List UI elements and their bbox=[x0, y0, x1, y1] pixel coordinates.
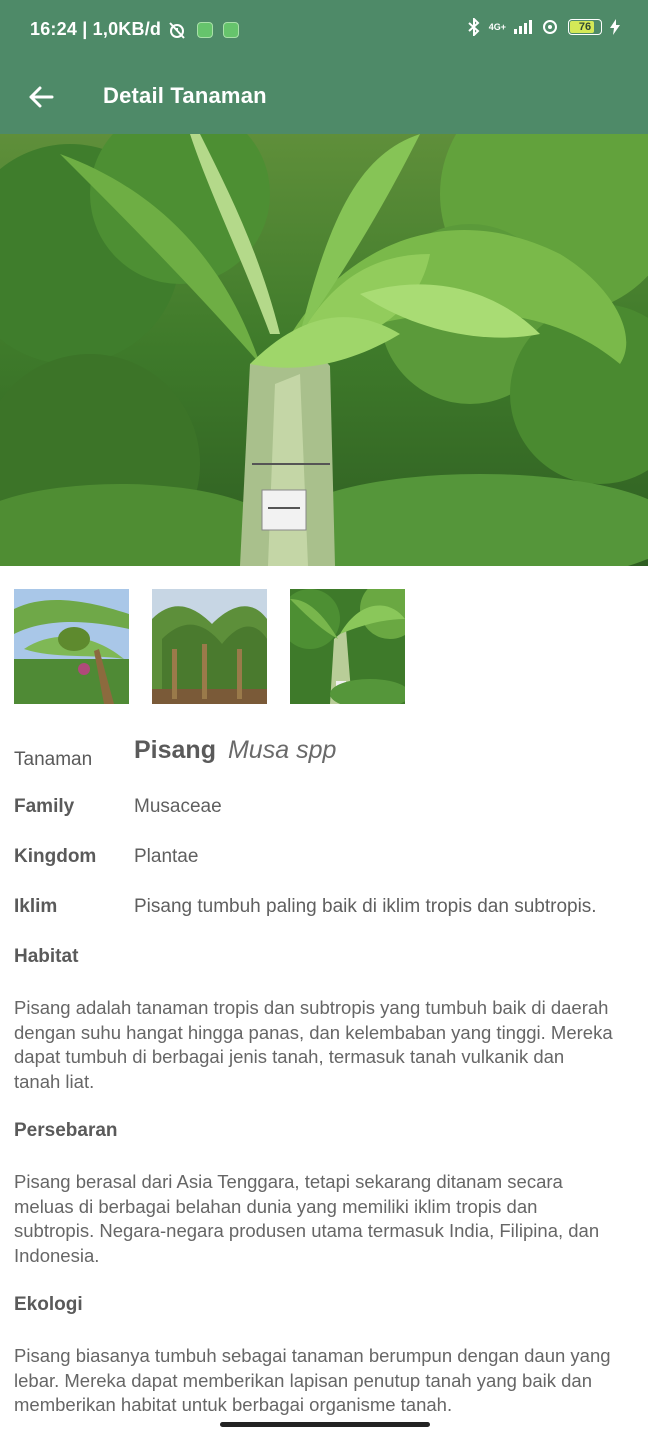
app-bar: Detail Tanaman bbox=[0, 60, 648, 134]
row-plant: Tanaman Pisang Musa spp bbox=[14, 736, 644, 772]
row-climate: Iklim Pisang tumbuh paling baik di iklim… bbox=[14, 896, 644, 920]
plant-name-group: Pisang Musa spp bbox=[134, 736, 336, 765]
page-title: Detail Tanaman bbox=[103, 83, 267, 108]
signal-icon bbox=[514, 20, 532, 34]
thumbnail-1[interactable] bbox=[14, 589, 129, 704]
climate-value: Pisang tumbuh paling baik di iklim tropi… bbox=[134, 896, 597, 917]
charging-icon bbox=[610, 19, 620, 35]
banana-fruit-photo bbox=[14, 589, 129, 704]
distribution-line: subtropis. Negara-negara produsen utama … bbox=[14, 1220, 600, 1241]
family-value: Musaceae bbox=[134, 796, 222, 817]
status-right: 4G+ 76 bbox=[467, 18, 620, 36]
kingdom-label: Kingdom bbox=[14, 846, 97, 867]
hero-image[interactable] bbox=[0, 134, 648, 566]
thumbnail-strip bbox=[14, 589, 405, 704]
habitat-title: Habitat bbox=[14, 946, 79, 967]
network-type: 4G+ bbox=[488, 22, 506, 32]
distribution-line: meluas di berbagai belahan dunia yang me… bbox=[14, 1195, 538, 1217]
ecology-title: Ekologi bbox=[14, 1294, 83, 1315]
arrow-left-icon bbox=[29, 86, 54, 108]
thumbnail-3[interactable] bbox=[290, 589, 405, 704]
alarm-off-icon bbox=[169, 21, 185, 39]
status-left: 16:24 | 1,0KB/d bbox=[30, 19, 240, 40]
row-family: Family Musaceae bbox=[14, 796, 644, 820]
distribution-title: Persebaran bbox=[14, 1120, 118, 1141]
kingdom-value: Plantae bbox=[134, 846, 199, 867]
status-time: 16:24 | 1,0KB/d bbox=[30, 19, 162, 39]
ecology-line: memberikan habitat untuk berbagai organi… bbox=[14, 1394, 453, 1415]
back-button[interactable] bbox=[22, 78, 60, 116]
plant-latin-name: Musa spp bbox=[227, 736, 337, 764]
banana-plant-photo bbox=[0, 134, 648, 566]
row-kingdom: Kingdom Plantae bbox=[14, 846, 644, 870]
hotspot-icon bbox=[543, 20, 557, 34]
habitat-line: dengan suhu hangat hingga panas, dan kel… bbox=[14, 1021, 613, 1043]
distribution-line: Pisang berasal dari Asia Tenggara, tetap… bbox=[14, 1171, 563, 1192]
family-label: Family bbox=[14, 796, 75, 817]
app-notification-icon bbox=[197, 21, 214, 38]
plant-label: Tanaman bbox=[14, 749, 93, 770]
habitat-line: tanah liat. bbox=[14, 1070, 95, 1092]
battery-level: 76 bbox=[578, 21, 592, 33]
plant-name: Pisang bbox=[134, 736, 216, 764]
ecology-body: Pisang biasanya tumbuh sebagai tanaman b… bbox=[14, 1344, 648, 1418]
thumbnail-2[interactable] bbox=[152, 589, 267, 704]
ecology-line: lebar. Mereka dapat memberikan lapisan p… bbox=[14, 1369, 592, 1391]
distribution-line: Indonesia. bbox=[14, 1244, 100, 1266]
home-indicator[interactable] bbox=[220, 1422, 430, 1427]
bluetooth-icon bbox=[468, 18, 480, 36]
banana-grove-photo bbox=[152, 589, 267, 704]
status-bar: 16:24 | 1,0KB/d 4G+ 76 bbox=[0, 0, 648, 60]
distribution-body: Pisang berasal dari Asia Tenggara, tetap… bbox=[14, 1170, 648, 1268]
habitat-line: Pisang adalah tanaman tropis dan subtrop… bbox=[14, 997, 609, 1018]
habitat-line: dapat tumbuh di berbagai jenis tanah, te… bbox=[14, 1046, 565, 1067]
app-notification-icon bbox=[223, 21, 240, 38]
battery-icon: 76 bbox=[568, 19, 602, 35]
banana-trunk-photo bbox=[290, 589, 405, 704]
habitat-body: Pisang adalah tanaman tropis dan subtrop… bbox=[14, 996, 648, 1094]
ecology-line: Pisang biasanya tumbuh sebagai tanaman b… bbox=[14, 1345, 611, 1366]
climate-label: Iklim bbox=[14, 896, 58, 917]
